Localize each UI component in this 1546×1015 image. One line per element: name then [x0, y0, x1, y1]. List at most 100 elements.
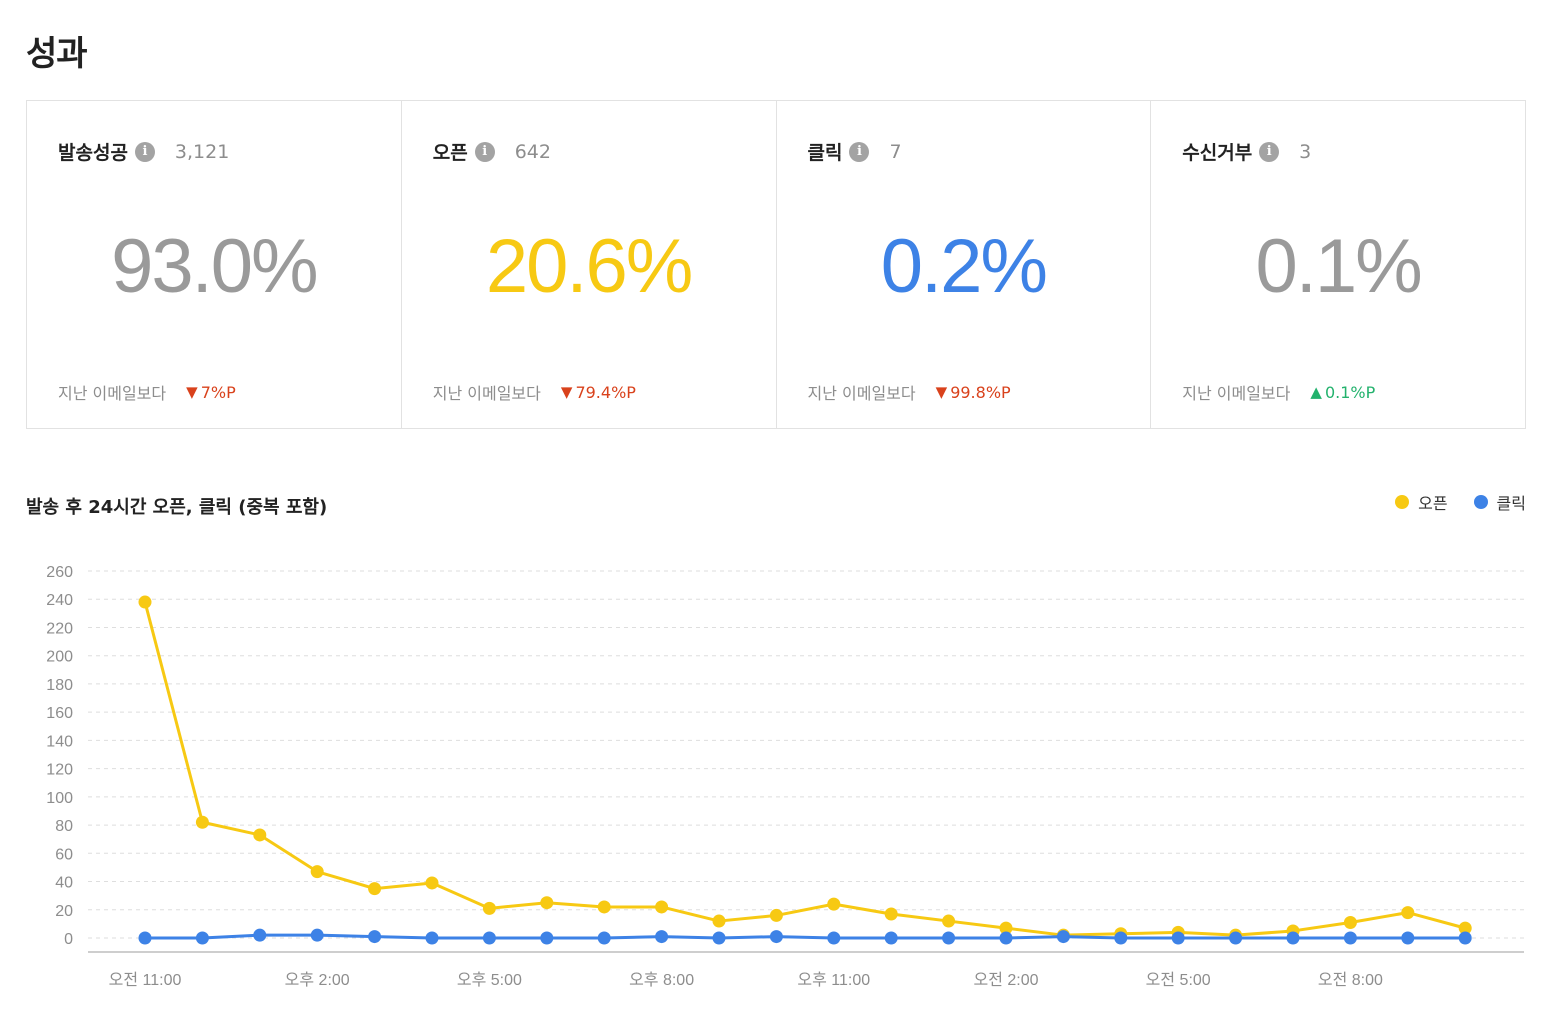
legend-label: 클릭	[1496, 494, 1526, 513]
delta-badge: ▼ 79.4%P	[561, 383, 636, 402]
data-point	[655, 930, 669, 944]
card-compare: 지난 이메일보다 ▼ 99.8%P	[808, 380, 1011, 404]
x-tick-label: 오후 8:00	[629, 971, 694, 989]
page-title: 성과	[26, 34, 88, 74]
data-point	[368, 930, 382, 944]
delta-badge: ▼ 7%P	[186, 383, 236, 402]
chart-title: 발송 후 24시간 오픈, 클릭 (중복 포함)	[26, 497, 328, 518]
y-tick-label: 20	[55, 903, 73, 920]
card-compare: 지난 이메일보다 ▼ 7%P	[58, 380, 236, 404]
data-point	[1286, 931, 1300, 945]
data-point	[482, 901, 496, 915]
card-header: 발송성공 i 3,121	[58, 138, 229, 165]
y-tick-label: 140	[46, 733, 73, 750]
info-icon[interactable]: i	[134, 141, 155, 162]
legend-item-click[interactable]: 클릭	[1473, 490, 1526, 514]
delta-badge: ▲ 0.1%P	[1310, 383, 1375, 402]
y-tick-label: 120	[46, 762, 73, 779]
data-point	[195, 931, 209, 945]
legend-dot-icon	[1473, 495, 1488, 509]
info-icon[interactable]: i	[849, 141, 870, 162]
card-rate: 0.2%	[880, 224, 1048, 309]
data-point	[884, 907, 898, 921]
triangle-up-icon: ▲	[1310, 383, 1322, 401]
data-point	[540, 931, 554, 945]
triangle-down-icon: ▼	[935, 383, 948, 401]
delta-value: 79.4%P	[575, 382, 636, 402]
card-unsubscribe: 수신거부 i 3 0.1% 지난 이메일보다 ▲ 0.1%P	[1151, 101, 1525, 428]
data-point	[138, 931, 152, 945]
card-rate: 93.0%	[111, 224, 318, 309]
card-count: 7	[889, 140, 902, 163]
compare-label: 지난 이메일보다	[432, 384, 541, 403]
data-point	[1401, 931, 1415, 945]
x-tick-label: 오후 2:00	[285, 971, 350, 989]
x-tick-label: 오전 5:00	[1146, 971, 1211, 989]
card-label: 수신거부	[1182, 142, 1253, 164]
card-label: 오픈	[432, 142, 468, 164]
data-point	[1114, 931, 1128, 945]
y-tick-label: 40	[55, 875, 73, 892]
data-point	[138, 595, 152, 609]
x-tick-label: 오후 5:00	[457, 971, 522, 989]
delta-value: 99.8%P	[950, 382, 1011, 402]
data-point	[310, 865, 324, 879]
card-header: 클릭 i 7	[808, 138, 902, 165]
card-count: 642	[514, 140, 551, 163]
data-point	[1343, 915, 1357, 929]
card-label: 발송성공	[58, 142, 128, 164]
data-point	[769, 930, 783, 944]
y-tick-label: 180	[46, 677, 73, 694]
y-tick-label: 60	[55, 846, 73, 863]
legend-label: 오픈	[1418, 494, 1448, 513]
compare-label: 지난 이메일보다	[1182, 384, 1291, 403]
card-sent: 발송성공 i 3,121 93.0% 지난 이메일보다 ▼ 7%P	[27, 101, 402, 428]
info-icon[interactable]: i	[474, 141, 495, 162]
delta-badge: ▼ 99.8%P	[936, 383, 1011, 402]
legend-dot-icon	[1395, 495, 1410, 509]
card-compare: 지난 이메일보다 ▼ 79.4%P	[433, 380, 636, 404]
y-tick-label: 160	[46, 705, 73, 722]
card-header: 오픈 i 642	[433, 138, 551, 165]
y-tick-label: 0	[64, 931, 73, 948]
x-tick-label: 오전 2:00	[973, 971, 1038, 989]
delta-value: 7%P	[200, 382, 236, 402]
data-point	[425, 876, 439, 890]
data-point	[1056, 930, 1070, 944]
x-tick-label: 오후 11:00	[797, 971, 870, 989]
data-point	[655, 900, 669, 914]
y-tick-label: 200	[46, 649, 73, 666]
card-rate: 0.1%	[1255, 224, 1423, 309]
compare-label: 지난 이메일보다	[807, 384, 916, 403]
data-point	[253, 928, 267, 942]
delta-value: 0.1%P	[1324, 382, 1376, 402]
data-point	[769, 908, 783, 922]
data-point	[1401, 906, 1415, 920]
data-point	[597, 931, 611, 945]
data-point	[1458, 931, 1472, 945]
data-point	[1343, 931, 1357, 945]
data-point	[942, 914, 956, 928]
y-tick-label: 220	[46, 620, 73, 637]
performance-cards: 발송성공 i 3,121 93.0% 지난 이메일보다 ▼ 7%P 오픈 i 6…	[26, 100, 1526, 429]
data-point	[1171, 931, 1185, 945]
card-count: 3	[1299, 140, 1312, 163]
data-point	[1229, 931, 1243, 945]
y-tick-label: 80	[55, 818, 73, 835]
data-point	[482, 931, 496, 945]
info-icon[interactable]: i	[1259, 141, 1280, 162]
card-header: 수신거부 i 3	[1182, 138, 1311, 165]
legend-item-open[interactable]: 오픈	[1395, 490, 1448, 514]
chart-legend: 오픈 클릭	[1369, 490, 1526, 514]
x-tick-label: 오전 8:00	[1318, 971, 1383, 989]
data-point	[942, 931, 956, 945]
series-line	[145, 933, 1466, 940]
y-tick-label: 100	[46, 790, 73, 807]
data-point	[712, 931, 726, 945]
data-point	[827, 897, 841, 911]
triangle-down-icon: ▼	[186, 383, 198, 401]
data-point	[999, 931, 1013, 945]
card-click: 클릭 i 7 0.2% 지난 이메일보다 ▼ 99.8%P	[777, 101, 1152, 428]
card-open: 오픈 i 642 20.6% 지난 이메일보다 ▼ 79.4%P	[402, 101, 777, 428]
card-label: 클릭	[807, 142, 843, 164]
